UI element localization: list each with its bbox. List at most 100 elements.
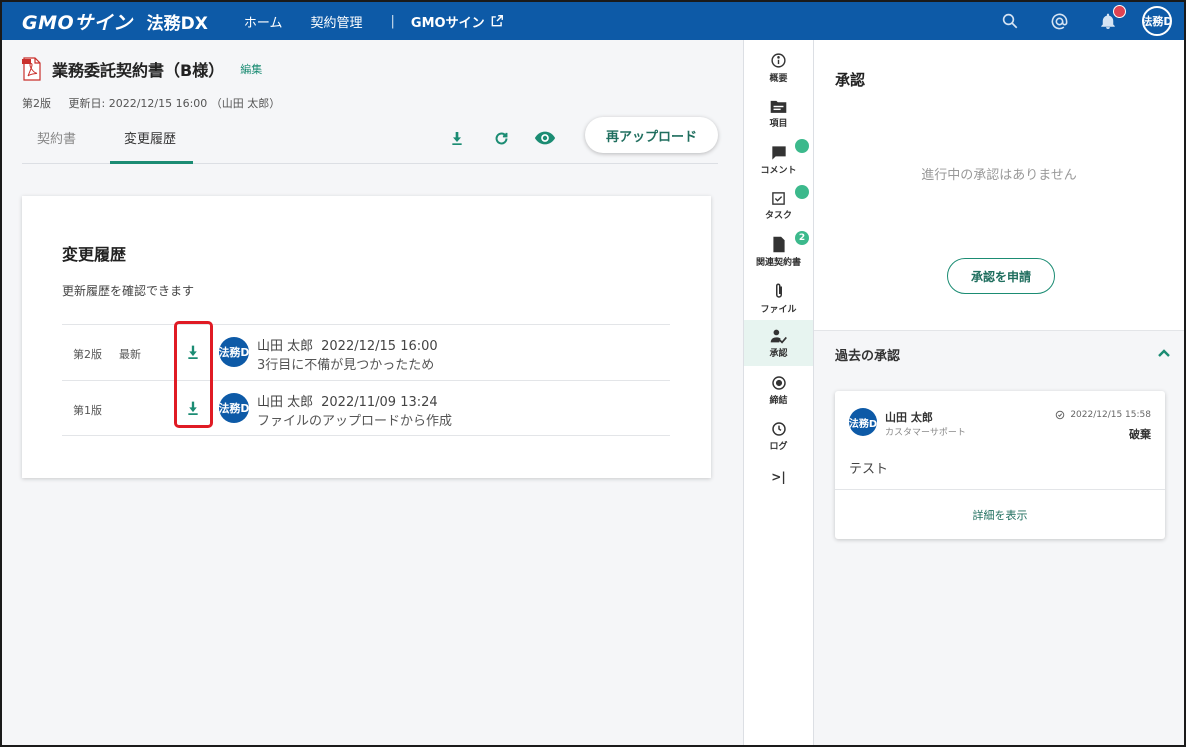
rail-item-tasks[interactable]: タスク [744,183,813,229]
chevron-up-icon[interactable] [1154,343,1174,363]
request-approval-button[interactable]: 承認を申請 [947,258,1055,294]
no-approval-message: 進行中の承認はありません [921,168,1077,183]
download-icon[interactable] [445,126,469,150]
rail-item-comments[interactable]: コメント [744,137,813,183]
approval-time: 2022/12/15 15:58 [1055,410,1151,420]
rail-item-overview[interactable]: 概要 [744,45,813,91]
reupload-button[interactable]: 再アップロード [585,117,718,153]
rail-item-files[interactable]: ファイル [744,275,813,321]
paperclip-icon [775,283,782,298]
rail-item-label: ログ [769,441,788,452]
mention-icon[interactable] [1047,9,1071,33]
rail-item-fields[interactable]: 項目 [744,91,813,137]
history-list: 第2版 最新 法務D 山田 太郎 2022/12/15 16:00 3行目に不備が… [62,324,670,436]
brand[interactable]: GMOサイン 法務DX [22,8,208,35]
edit-link[interactable]: 編集 [240,61,262,77]
history-author-line: 山田 太郎 2022/11/09 13:24 [257,391,438,410]
change-history-description: 更新履歴を確認できます [62,284,195,298]
past-approval-card: 法務D 山田 太郎 カスタマーサポート 2022/12/15 15:58 破棄 … [835,391,1165,539]
bell-icon[interactable] [1096,5,1126,33]
top-nav: ホーム 契約管理 | GMOサイン [244,12,504,31]
target-icon [771,375,786,390]
history-datetime: 2022/11/09 13:24 [321,395,438,410]
document-version: 第2版 [22,97,51,110]
top-right-actions: 法務D [973,2,1172,40]
document-tabs: 契約書 変更履歴 再アップロード [22,117,718,164]
approver-name: 山田 太郎 [885,411,933,424]
refresh-icon[interactable] [489,126,513,150]
nav-contract-management[interactable]: 契約管理 [311,12,363,31]
download-version-button[interactable] [183,398,203,418]
collapse-panel-button[interactable]: >| [744,462,813,492]
history-row: 第2版 最新 法務D 山田 太郎 2022/12/15 16:00 3行目に不備が… [62,324,670,380]
past-approvals-title: 過去の承認 [835,349,901,364]
top-bar: GMOサイン 法務DX ホーム 契約管理 | GMOサイン 法務D [2,2,1184,40]
eye-icon[interactable] [533,126,557,150]
gmo-sign-logo[interactable]: GMOサイン [22,8,133,35]
approval-comment: テスト [849,462,889,477]
nav-home[interactable]: ホーム [244,12,283,31]
history-author: 山田 太郎 [257,339,314,354]
version-label: 第1版 [73,404,102,417]
rail-badge [795,139,809,153]
rail-item-log[interactable]: ログ [744,413,813,459]
task-icon [772,192,785,205]
approval-time-text: 2022/12/15 15:58 [1070,410,1151,420]
change-history-card: 変更履歴 更新履歴を確認できます 第2版 最新 法務D 山田 太郎 2022/12… [22,196,711,478]
rail-badge [795,185,809,199]
document-title: 業務委託契約書（B様） [52,61,225,80]
pdf-file-icon [22,57,41,81]
history-author-line: 山田 太郎 2022/12/15 16:00 [257,335,438,354]
approval-panel: 承認 進行中の承認はありません 承認を申請 過去の承認 法務D 山田 太郎 カス… [814,40,1184,745]
version-label: 第2版 [73,348,102,361]
approval-icon [770,329,787,344]
rail-item-label: 関連契約書 [755,258,801,268]
latest-label: 最新 [119,348,141,361]
past-approvals-list: 法務D 山田 太郎 カスタマーサポート 2022/12/15 15:58 破棄 … [814,375,1184,745]
rail-item-label: タスク [764,211,792,221]
avatar: 法務D [219,393,249,423]
avatar: 法務D [219,337,249,367]
show-details-link[interactable]: 詳細を表示 [835,507,1165,523]
rail-item-related-contracts[interactable]: 関連契約書 2 [744,229,813,275]
rail-item-label: 承認 [769,348,788,359]
download-version-button[interactable] [183,342,203,362]
rail-item-label: 項目 [769,119,788,129]
change-history-title: 変更履歴 [62,245,127,264]
external-link-icon [491,15,503,27]
status-badge: 破棄 [1129,428,1151,441]
tab-contract[interactable]: 契約書 [37,128,76,147]
download-icon [188,345,198,359]
clock-icon [771,421,786,436]
nav-gmo-sign-external-link[interactable]: GMOサイン [411,12,504,31]
tab-change-history[interactable]: 変更履歴 [124,128,176,147]
divider [835,489,1165,490]
past-approvals-header[interactable]: 過去の承認 [814,330,1184,375]
main-content: 業務委託契約書（B様） 編集 第2版 更新日: 2022/12/15 16:00… [2,40,743,745]
document-updated: 更新日: 2022/12/15 16:00 （山田 太郎） [68,97,281,110]
search-icon[interactable] [998,9,1022,33]
history-author: 山田 太郎 [257,395,314,410]
folder-icon [770,100,787,113]
history-datetime: 2022/12/15 16:00 [321,339,438,354]
approval-panel-title: 承認 [835,71,866,89]
user-avatar[interactable]: 法務D [1142,6,1172,36]
rail-badge: 2 [795,231,809,245]
active-tab-indicator [110,161,193,164]
external-link-label: GMOサイン [410,15,485,31]
check-circle-icon [1056,410,1065,420]
rail-item-approval[interactable]: 承認 [744,320,813,366]
rail-item-label: 概要 [769,74,788,84]
download-icon [188,401,198,415]
document-icon [772,236,785,253]
side-rail: 概要 項目 コメント タスク 関連契約書 2 ファイル 承認 締結 ログ >| [743,40,814,745]
rail-item-label: ファイル [760,304,797,315]
notification-badge [1113,5,1126,18]
comment-icon [771,145,786,160]
history-row: 第1版 法務D 山田 太郎 2022/11/09 13:24 ファイルのアップロー… [62,380,670,436]
nav-separator: | [390,13,395,29]
app-window: GMOサイン 法務DX ホーム 契約管理 | GMOサイン 法務D 業務委託契約… [0,0,1186,747]
info-icon [771,53,786,68]
product-name[interactable]: 法務DX [147,9,208,34]
rail-item-conclusion[interactable]: 締結 [744,367,813,413]
